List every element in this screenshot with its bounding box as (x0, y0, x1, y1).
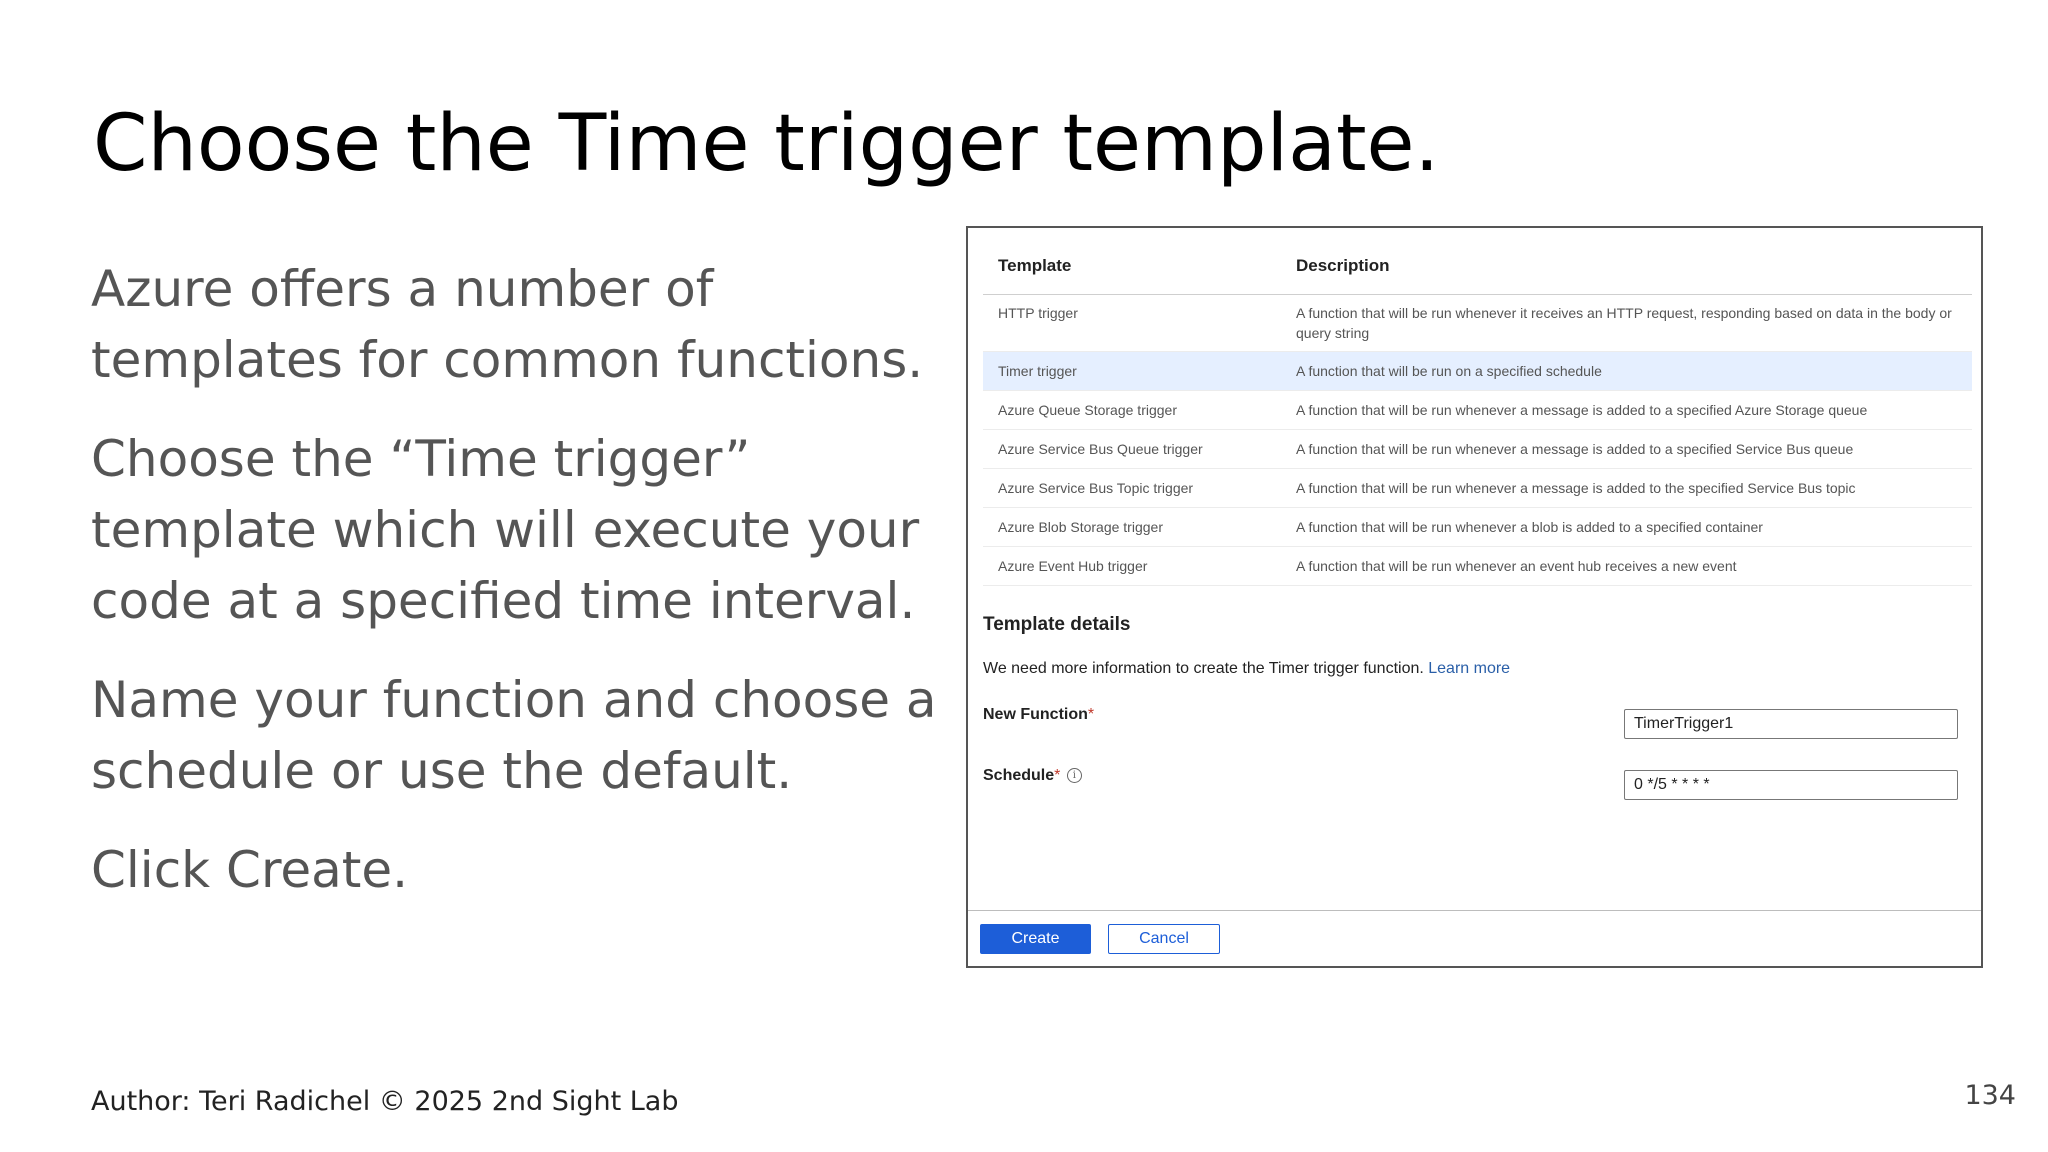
table-header-row: Template Description (983, 238, 1972, 295)
bullet-item: Choose the “Time trigger” template which… (91, 430, 920, 630)
schedule-label-text: Schedule (983, 767, 1055, 784)
footer-divider (968, 910, 1981, 911)
cancel-button[interactable]: Cancel (1108, 924, 1220, 954)
template-name: Azure Service Bus Queue trigger (983, 429, 1281, 469)
template-name: Timer trigger (983, 351, 1281, 391)
template-name: HTTP trigger (983, 294, 1281, 352)
template-description: A function that will be run on a specifi… (1281, 351, 1972, 391)
table-row-selected[interactable]: Timer trigger A function that will be ru… (983, 351, 1972, 391)
bullet-item: Azure offers a number of templates for c… (91, 260, 924, 389)
template-details-text: We need more information to create the T… (983, 660, 1510, 678)
table-row[interactable]: Azure Blob Storage trigger A function th… (983, 507, 1972, 547)
column-header-description: Description (1281, 238, 1972, 295)
table-row[interactable]: Azure Service Bus Queue trigger A functi… (983, 429, 1972, 469)
author-footer: Author: Teri Radichel © 2025 2nd Sight L… (91, 1086, 679, 1117)
template-name: Azure Service Bus Topic trigger (983, 468, 1281, 508)
column-header-template: Template (983, 238, 1281, 295)
template-description: A function that will be run whenever an … (1281, 546, 1972, 586)
template-description: A function that will be run whenever a m… (1281, 390, 1972, 430)
schedule-input[interactable] (1624, 770, 1958, 800)
info-icon[interactable]: i (1066, 768, 1082, 783)
create-button[interactable]: Create (980, 924, 1091, 954)
table-row[interactable]: Azure Event Hub trigger A function that … (983, 546, 1972, 586)
schedule-label: Schedule* i (983, 767, 1082, 785)
slide-title: Choose the Time trigger template. (93, 99, 1440, 189)
bullet-item: Name your function and choose a schedule… (91, 671, 937, 800)
template-description: A function that will be run whenever a m… (1281, 429, 1972, 469)
template-name: Azure Event Hub trigger (983, 546, 1281, 586)
template-description: A function that will be run whenever a b… (1281, 507, 1972, 547)
bullet-item: Click Create. (91, 841, 409, 899)
required-marker: * (1087, 706, 1095, 723)
new-function-input[interactable] (1624, 709, 1958, 739)
template-name: Azure Queue Storage trigger (983, 390, 1281, 430)
azure-template-panel: Template Description HTTP trigger A func… (966, 226, 1983, 968)
new-function-label: New Function* (983, 706, 1094, 724)
template-table: Template Description HTTP trigger A func… (983, 238, 1972, 586)
slide-bullets: Azure offers a number of templates for c… (91, 254, 941, 934)
table-row[interactable]: Azure Service Bus Topic trigger A functi… (983, 468, 1972, 508)
learn-more-link[interactable]: Learn more (1428, 660, 1510, 677)
table-row[interactable]: HTTP trigger A function that will be run… (983, 294, 1972, 352)
page-number: 134 (1964, 1080, 2016, 1111)
template-description: A function that will be run whenever a m… (1281, 468, 1972, 508)
template-description: A function that will be run whenever it … (1281, 294, 1972, 352)
template-details-heading: Template details (983, 614, 1131, 635)
required-marker: * (1054, 767, 1061, 784)
template-name: Azure Blob Storage trigger (983, 507, 1281, 547)
table-row[interactable]: Azure Queue Storage trigger A function t… (983, 390, 1972, 430)
new-function-label-text: New Function (983, 706, 1088, 723)
details-description: We need more information to create the T… (983, 660, 1429, 677)
